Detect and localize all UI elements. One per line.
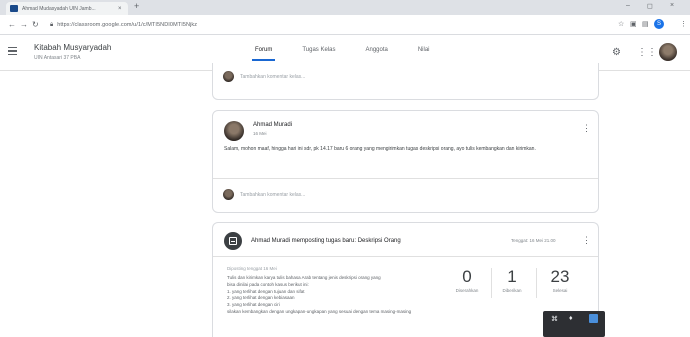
window-minimize-button[interactable]: – [626,2,630,9]
back-arrow-icon[interactable]: ← [8,20,16,29]
browser-profile-avatar[interactable]: S [654,19,664,29]
forward-arrow-icon[interactable]: → [20,20,28,29]
assignment-due: Tenggat: 16 Mei 21.00 [511,238,556,243]
class-nav-tabs: Forum Tugas Kelas Anggota Nilai [251,47,460,61]
description-line: Tulis dan kirimkan karya tulis bahasa Ar… [227,275,381,280]
stat-divider [536,268,537,298]
assignment-title[interactable]: Ahmad Muradi memposting tugas baru: Desk… [251,238,401,244]
extension-icon[interactable]: ▤ [642,20,649,28]
window-maximize-button[interactable]: ◻ [647,2,653,10]
tab-close-icon[interactable]: × [118,6,122,12]
description-line: 1. yang terlihat dengan tujuan dan sifat [227,288,305,294]
stat-label: Diserahkan [455,288,479,293]
browser-tab[interactable]: Ahmad Mudasyadah UIN Jamb... × [6,2,128,15]
extension-icon[interactable]: ▣ [630,20,637,28]
url-text[interactable]: https://classroom.google.com/u/1/c/MTI5N… [57,22,197,28]
floating-toolbar: ⌘ ♦ [543,311,605,337]
tab-forum[interactable]: Forum [251,47,276,61]
new-tab-button[interactable]: + [134,1,139,11]
post-author: Ahmad Muradi [253,122,293,128]
classroom-favicon-icon [10,5,18,12]
window-close-button[interactable]: × [670,2,674,9]
divider [213,256,598,257]
author-avatar [224,121,244,141]
stat-number: 23 [550,267,570,286]
avatar [223,189,234,200]
reload-icon[interactable]: ↻ [32,20,39,29]
stat-selesai[interactable]: 23 Selesai [542,267,578,294]
settings-gear-icon[interactable]: ⚙ [612,47,621,58]
tab-anggota[interactable]: Anggota [365,47,387,61]
stat-diberikan[interactable]: 1 Diberikan [494,267,530,294]
class-title[interactable]: Kitabah Musyaryadah [34,43,111,52]
more-options-icon[interactable]: ⋮ [582,235,591,246]
tab-title: Ahmad Mudasyadah UIN Jamb... [22,5,96,12]
assignment-description: Tulis dan kirimkan karya tulis bahasa Ar… [227,275,452,316]
assignment-icon [224,232,242,250]
class-comment-row[interactable]: Tambahkan komentar kelas... [213,71,598,82]
class-comment-row[interactable]: Tambahkan komentar kelas... [213,189,598,200]
announcement-card: Ahmad Muradi 16 Mei ⋮ Salam, mohon maaf,… [212,110,599,213]
more-options-icon[interactable]: ⋮ [582,123,591,134]
assignment-card[interactable]: Ahmad Muradi memposting tugas baru: Desk… [212,222,599,337]
comment-placeholder[interactable]: Tambahkan komentar kelas... [240,192,305,198]
browser-toolbar: ← → ↻ 🔒︎ https://classroom.google.com/u/… [0,15,690,35]
app-icon[interactable] [589,314,598,323]
volume-icon[interactable]: ♦ [569,315,573,322]
bookmark-star-icon[interactable]: ☆ [618,20,624,28]
comment-placeholder[interactable]: Tambahkan komentar kelas... [240,74,305,80]
tab-tugas-kelas[interactable]: Tugas Kelas [302,47,335,61]
user-avatar[interactable] [659,43,677,61]
stat-diserahkan[interactable]: 0 Diserahkan [449,267,485,294]
stat-number: 0 [462,267,472,286]
description-line: 2. yang terlihat dengan kebiasaan [227,295,295,301]
address-bar[interactable]: 🔒︎ https://classroom.google.com/u/1/c/MT… [50,18,610,32]
post-body: Salam, mohon maaf, hingga hari ini sdr, … [224,146,536,152]
stream-card: Tambahkan komentar kelas... [212,63,599,100]
description-line: 3. yang terlihat dengan ciri [227,302,280,308]
stat-number: 1 [507,267,517,286]
class-section: UIN Antasari 37 PBA [34,55,81,61]
browser-menu-icon[interactable]: ⋮ [680,20,687,28]
post-date: 16 Mei [253,131,267,136]
lock-icon: 🔒︎ [50,21,54,28]
browser-tab-bar: Ahmad Mudasyadah UIN Jamb... × + – ◻ × [0,0,690,15]
network-icon[interactable]: ⌘ [551,315,558,323]
divider [213,178,598,179]
hamburger-menu-icon[interactable] [8,47,17,55]
stat-divider [491,268,492,298]
avatar [223,71,234,82]
description-line: silakan kembangkan dengan ungkapan-ungka… [227,308,412,314]
tab-nilai[interactable]: Nilai [418,47,430,61]
stat-label: Diberikan [502,288,522,293]
description-line: bisa dinilai pada contoh kasus berikut i… [227,281,309,287]
assignment-posted-meta: Diposting tenggat 16 Mei [227,266,277,271]
stat-label: Selesai [552,288,568,293]
